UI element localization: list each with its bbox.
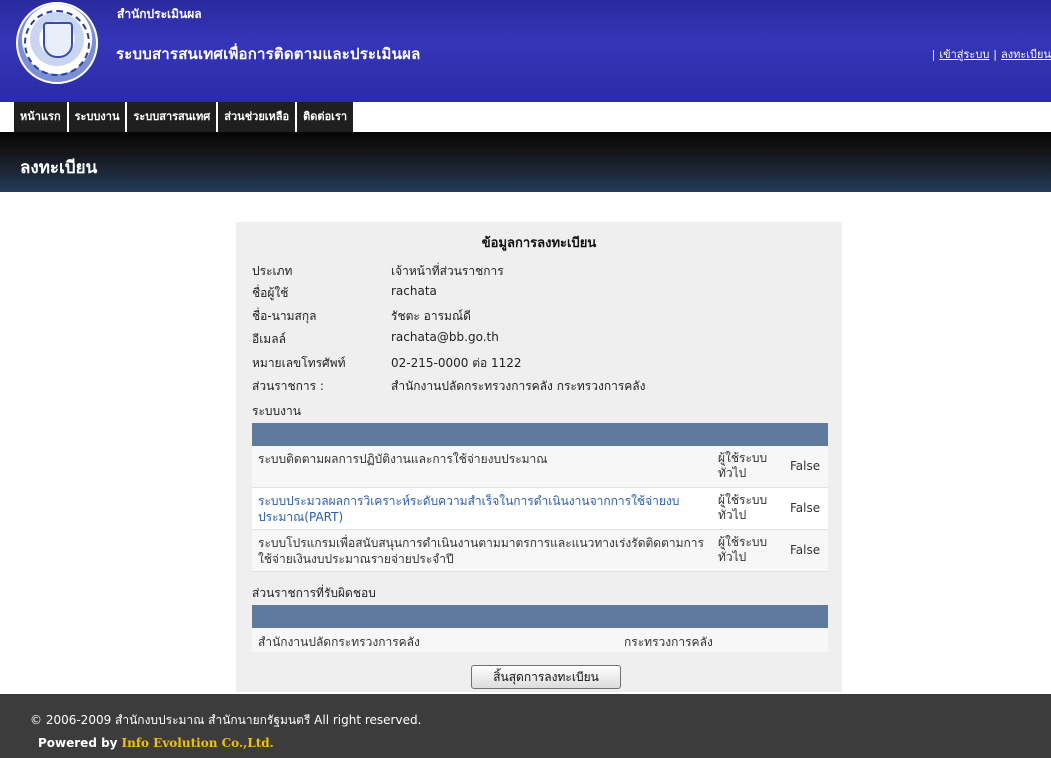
copyright-text: © 2006-2009 สำนักงบประมาณ สำนักนายกรัฐมน…: [30, 713, 422, 727]
field-value: 02-215-0000 ต่อ 1122: [391, 356, 522, 370]
nav-item-home[interactable]: หน้าแรก: [14, 102, 69, 132]
table-row: สำนักงานปลัดกระทรวงการคลัง กระทรวงการคลั…: [252, 628, 828, 652]
table-body: ระบบติดตามผลการปฏิบัติงานและการใช้จ่ายงบ…: [252, 446, 828, 572]
link-separator: |: [993, 48, 998, 61]
org-name: สำนักประเมินผล: [117, 7, 202, 21]
nav-item-systems[interactable]: ระบบงาน: [68, 102, 128, 132]
table-header: [252, 423, 828, 446]
system-flag: False: [790, 543, 821, 557]
department-ministry: กระทรวงการคลัง: [624, 635, 713, 649]
field-label: ชื่อผู้ใช้: [252, 286, 289, 300]
table-row: ระบบโปรแกรมเพื่อสนับสนุนการดำเนินงานตามม…: [252, 530, 828, 572]
login-link[interactable]: เข้าสู่ระบบ: [939, 48, 989, 61]
system-role: ผู้ใช้ระบบทั่วไป: [718, 493, 768, 522]
nav-item-info-systems[interactable]: ระบบสารสนเทศ: [127, 102, 219, 132]
top-links: | เข้าสู่ระบบ | ลงทะเบียน: [928, 45, 1051, 63]
finish-registration-button[interactable]: สิ้นสุดการลงทะเบียน: [471, 665, 621, 689]
system-flag: False: [790, 501, 821, 515]
page-header-band: ลงทะเบียน: [0, 132, 1051, 192]
system-name: ระบบโปรแกรมเพื่อสนับสนุนการดำเนินงานตามม…: [258, 536, 704, 566]
page-title: ลงทะเบียน: [20, 158, 98, 178]
nav-item-help[interactable]: ส่วนช่วยเหลือ: [218, 102, 298, 132]
company-name: Info Evolution Co.,Ltd.: [121, 736, 274, 750]
field-label: ประเภท: [252, 264, 293, 278]
department-name: สำนักงานปลัดกระทรวงการคลัง: [258, 635, 420, 649]
site-header: สำนักประเมินผล ระบบสารสนเทศเพื่อการติดตา…: [0, 0, 1051, 102]
powered-by: Powered by Info Evolution Co.,Ltd.: [38, 736, 274, 750]
nav-item-contact[interactable]: ติดต่อเรา: [297, 102, 354, 132]
systems-table: ระบบติดตามผลการปฏิบัติงานและการใช้จ่ายงบ…: [252, 423, 828, 572]
field-value: เจ้าหน้าที่ส่วนราชการ: [391, 264, 504, 278]
field-label: ส่วนราชการ :: [252, 379, 324, 393]
systems-section-label: ระบบงาน: [252, 404, 301, 418]
field-value: rachata: [391, 284, 437, 298]
departments-section-label: ส่วนราชการที่รับผิดชอบ: [252, 586, 376, 600]
field-label: หมายเลขโทรศัพท์: [252, 356, 346, 370]
field-label: ชื่อ-นามสกุล: [252, 309, 317, 323]
site-footer: © 2006-2009 สำนักงบประมาณ สำนักนายกรัฐมน…: [0, 694, 1051, 758]
system-flag: False: [790, 459, 821, 473]
panel-title: ข้อมูลการลงทะเบียน: [481, 236, 597, 251]
system-title: ระบบสารสนเทศเพื่อการติดตามและประเมินผล: [116, 45, 421, 63]
field-label: อีเมลล์: [252, 332, 286, 346]
agency-seal-logo: [16, 2, 98, 84]
table-header: [252, 605, 828, 628]
seal-emblem: [43, 22, 73, 58]
registration-panel: ข้อมูลการลงทะเบียน ประเภท เจ้าหน้าที่ส่ว…: [236, 222, 842, 692]
table-row: ระบบติดตามผลการปฏิบัติงานและการใช้จ่ายงบ…: [252, 446, 828, 488]
system-name-link[interactable]: ระบบประมวลผลการวิเคราะห์ระดับความสำเร็จใ…: [258, 493, 716, 525]
field-value: รัชตะ อารมณ์ดี: [391, 309, 471, 323]
departments-table: สำนักงานปลัดกระทรวงการคลัง กระทรวงการคลั…: [252, 605, 828, 652]
powered-by-label: Powered by: [38, 736, 118, 750]
table-row: ระบบประมวลผลการวิเคราะห์ระดับความสำเร็จใ…: [252, 488, 828, 530]
field-value: rachata@bb.go.th: [391, 330, 499, 344]
register-link[interactable]: ลงทะเบียน: [1001, 48, 1051, 61]
link-separator: |: [931, 48, 936, 61]
field-value: สำนักงานปลัดกระทรวงการคลัง กระทรวงการคลั…: [391, 379, 646, 393]
system-name: ระบบติดตามผลการปฏิบัติงานและการใช้จ่ายงบ…: [258, 452, 548, 466]
system-role: ผู้ใช้ระบบทั่วไป: [718, 535, 768, 564]
main-nav: หน้าแรก ระบบงาน ระบบสารสนเทศ ส่วนช่วยเหล…: [14, 102, 354, 132]
system-role: ผู้ใช้ระบบทั่วไป: [718, 451, 768, 480]
